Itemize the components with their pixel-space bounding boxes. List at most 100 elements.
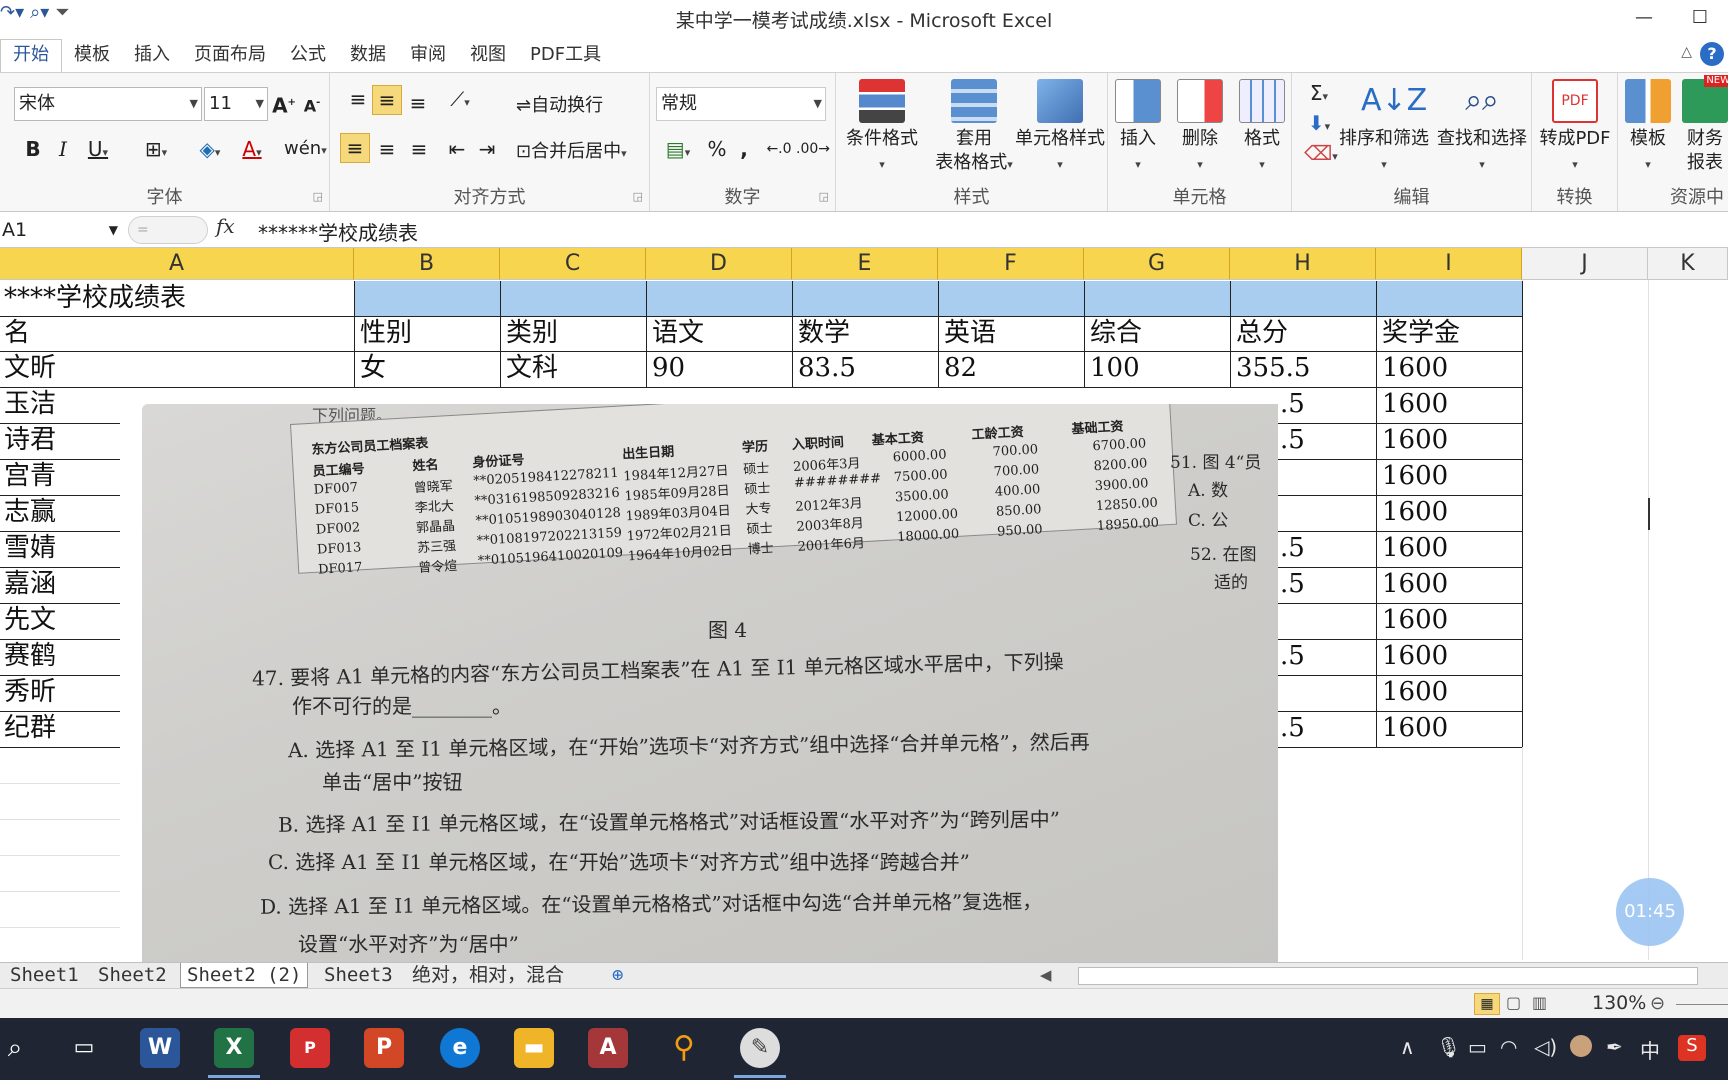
edge-icon[interactable]: e <box>440 1028 480 1068</box>
header-scholarship[interactable]: 奖学金 <box>1378 316 1522 350</box>
sheet-tab-sheet3[interactable]: Sheet3 <box>324 963 393 988</box>
sogou-ime-icon[interactable]: S <box>1678 1035 1706 1061</box>
excel-icon[interactable]: X <box>214 1028 254 1068</box>
header-total[interactable]: 总分 <box>1232 316 1376 350</box>
battery-icon[interactable]: ▭ <box>1468 1035 1487 1059</box>
sheet-tab-sheet2[interactable]: Sheet2 <box>98 963 167 988</box>
column-header-k[interactable]: K <box>1648 248 1728 280</box>
format-as-table-button[interactable]: 套用 表格格式▾ <box>926 79 1022 177</box>
formula-cancel-enter[interactable]: = <box>128 216 208 244</box>
cell-scholarship[interactable]: 1600 <box>1378 711 1522 745</box>
font-name-combo[interactable]: 宋体 ▼ <box>14 87 202 121</box>
header-chinese[interactable]: 语文 <box>648 316 792 350</box>
shrink-font-icon[interactable]: A- <box>300 87 324 119</box>
search-icon[interactable]: ⌕ <box>0 1028 30 1068</box>
cell-total[interactable]: .5 <box>1276 423 1376 457</box>
header-english[interactable]: 英语 <box>940 316 1084 350</box>
tab-insert[interactable]: 插入 <box>122 44 182 72</box>
cell-name[interactable]: 嘉涵 <box>0 567 120 601</box>
normal-view-icon[interactable]: ▦ <box>1474 993 1500 1015</box>
tab-page-layout[interactable]: 页面布局 <box>182 44 278 72</box>
zoom-slider[interactable] <box>1676 1004 1728 1005</box>
ime-indicator[interactable]: 中 <box>1640 1035 1660 1064</box>
cell-name[interactable]: 玉洁 <box>0 387 120 421</box>
insert-cells-button[interactable]: 插入 ▾ <box>1108 79 1168 177</box>
column-header-e[interactable]: E <box>792 248 938 280</box>
dialog-launcher-icon[interactable]: ◲ <box>819 190 829 203</box>
zoom-level[interactable]: 130% <box>1592 992 1646 1014</box>
align-top-icon[interactable]: ≡ <box>344 83 372 115</box>
zoom-out-icon[interactable]: ⊖ <box>1650 993 1665 1014</box>
help-icon[interactable]: ? <box>1700 42 1724 66</box>
header-math[interactable]: 数学 <box>794 316 938 350</box>
cell-name[interactable]: 诗君 <box>0 423 120 457</box>
cell-category[interactable]: 文科 <box>502 351 646 385</box>
align-right-icon[interactable]: ≡ <box>404 133 434 165</box>
column-header-b[interactable]: B <box>354 248 500 280</box>
cell-scholarship[interactable]: 1600 <box>1378 459 1522 493</box>
clear-icon[interactable]: ⌫▾ <box>1304 137 1338 169</box>
word-icon[interactable]: W <box>140 1028 180 1068</box>
merge-center-button[interactable]: ⊡合并后居中▾ <box>516 137 627 163</box>
header-comprehensive[interactable]: 综合 <box>1086 316 1230 350</box>
minimize-button[interactable]: — <box>1616 0 1672 36</box>
cell-scholarship[interactable]: 1600 <box>1378 531 1522 565</box>
microphone-icon[interactable]: 🎙 <box>1436 1035 1461 1059</box>
find-select-button[interactable]: ⌕⌕ 查找和选择 ▾ <box>1432 79 1532 177</box>
volume-icon[interactable]: ◁) <box>1534 1035 1557 1059</box>
cell-math[interactable]: 83.5 <box>794 351 938 385</box>
cell-chinese[interactable]: 90 <box>648 351 792 385</box>
align-middle-icon[interactable]: ≡ <box>372 85 402 115</box>
file-explorer-icon[interactable]: ▬ <box>514 1028 554 1068</box>
decrease-indent-icon[interactable]: ⇤ <box>442 133 472 165</box>
task-view-icon[interactable]: ▭ <box>64 1028 104 1068</box>
percent-button[interactable]: % <box>704 133 730 165</box>
cell-comprehensive[interactable]: 100 <box>1086 351 1230 385</box>
fill-color-icon[interactable]: ◈▾ <box>190 133 230 165</box>
bold-icon[interactable]: B <box>20 133 46 165</box>
cell-scholarship[interactable]: 1600 <box>1378 351 1522 385</box>
cell-scholarship[interactable]: 1600 <box>1378 675 1522 709</box>
italic-icon[interactable]: I <box>50 133 76 165</box>
fill-icon[interactable]: ⬇▾ <box>1304 107 1334 139</box>
powerpoint-icon[interactable]: P <box>364 1028 404 1068</box>
autosum-icon[interactable]: Σ▾ <box>1304 77 1334 109</box>
currency-icon[interactable]: ▤▾ <box>658 133 698 165</box>
align-left-icon[interactable]: ≡ <box>340 133 370 163</box>
delete-cells-button[interactable]: 删除 ▾ <box>1170 79 1230 177</box>
misc-app-icon[interactable]: ✎ <box>740 1028 780 1068</box>
insert-function-icon[interactable]: fx <box>216 214 235 238</box>
header-name[interactable]: 名 <box>0 316 352 350</box>
wifi-icon[interactable]: ◠ <box>1500 1035 1517 1059</box>
column-header-d[interactable]: D <box>646 248 792 280</box>
cell-name[interactable]: 秀昕 <box>0 675 120 709</box>
dialog-launcher-icon[interactable]: ◲ <box>633 190 643 203</box>
recording-timer[interactable]: 01:45 <box>1616 878 1684 946</box>
cell-name[interactable]: 宫青 <box>0 459 120 493</box>
search-tool-icon[interactable]: ⚲ <box>664 1028 704 1068</box>
cell-scholarship[interactable]: 1600 <box>1378 423 1522 457</box>
column-header-h[interactable]: H <box>1230 248 1376 280</box>
access-icon[interactable]: A <box>588 1028 628 1068</box>
finance-report-button[interactable]: NEW 财务 报表 <box>1680 75 1728 175</box>
cell-name[interactable]: 赛鹤 <box>0 639 120 673</box>
convert-pdf-button[interactable]: PDF 转成PDF ▾ <box>1532 79 1618 177</box>
cell-total[interactable]: 355.5 <box>1232 351 1376 385</box>
page-layout-view-icon[interactable]: ▢ <box>1506 993 1521 1012</box>
column-header-g[interactable]: G <box>1084 248 1230 280</box>
tab-pdf-tools[interactable]: PDF工具 <box>518 44 613 72</box>
cell-scholarship[interactable]: 1600 <box>1378 387 1522 421</box>
header-category[interactable]: 类别 <box>502 316 646 350</box>
cell-gender[interactable]: 女 <box>356 351 500 385</box>
conditional-format-button[interactable]: 条件格式 ▾ <box>844 79 920 177</box>
comma-button[interactable]: , <box>734 133 754 165</box>
column-header-j[interactable]: J <box>1522 248 1648 280</box>
cell-scholarship[interactable]: 1600 <box>1378 603 1522 637</box>
increase-indent-icon[interactable]: ⇥ <box>472 133 502 165</box>
cell-total[interactable]: .5 <box>1276 387 1376 421</box>
wrap-text-button[interactable]: ⇌自动换行 <box>516 91 603 117</box>
sheet-tab-sheet2-copy[interactable]: Sheet2 (2) <box>180 963 309 988</box>
sort-filter-button[interactable]: A↓Z 排序和筛选 ▾ <box>1334 79 1434 177</box>
chevron-down-icon[interactable]: ▼ <box>109 216 118 244</box>
borders-icon[interactable]: ⊞▾ <box>136 133 176 165</box>
